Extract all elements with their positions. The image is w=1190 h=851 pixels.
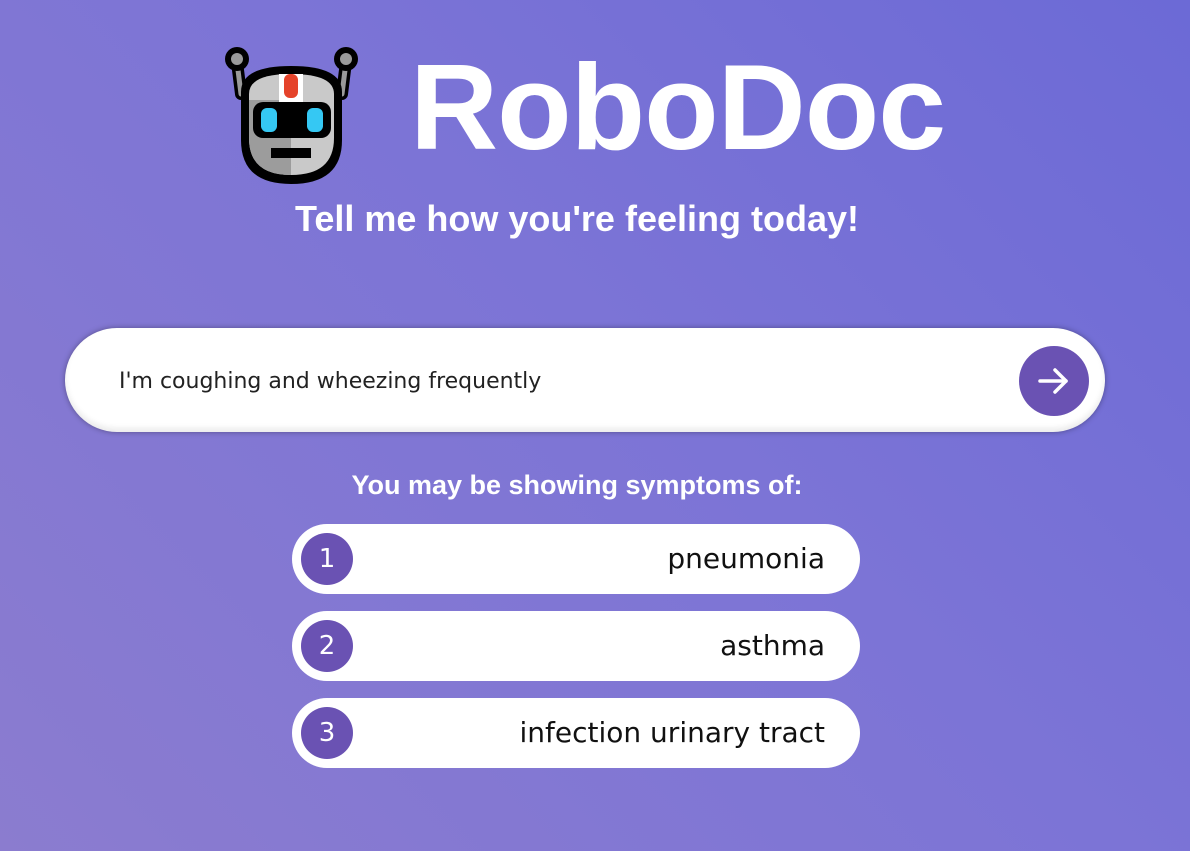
condition-name: infection urinary tract — [519, 716, 825, 749]
results-heading: You may be showing symptoms of: — [351, 470, 803, 500]
symptom-search-bar — [65, 328, 1105, 432]
submit-button[interactable] — [1019, 346, 1089, 416]
app-title: RoboDoc — [410, 39, 946, 175]
rank-badge: 1 — [301, 533, 353, 585]
condition-name: pneumonia — [667, 542, 825, 575]
symptom-input[interactable] — [117, 360, 1001, 402]
page-tagline: Tell me how you're feeling today! — [295, 198, 859, 239]
rank-badge: 3 — [301, 707, 353, 759]
rank-badge: 2 — [301, 620, 353, 672]
result-item[interactable]: 1 pneumonia — [292, 524, 860, 594]
results-list: 1 pneumonia 2 asthma 3 infection urinary… — [292, 524, 860, 785]
app-header: RoboDoc — [0, 38, 1190, 198]
result-item[interactable]: 3 infection urinary tract — [292, 698, 860, 768]
result-item[interactable]: 2 asthma — [292, 611, 860, 681]
condition-name: asthma — [720, 629, 825, 662]
arrow-right-icon — [1038, 368, 1068, 394]
robot-logo-icon — [219, 42, 364, 187]
